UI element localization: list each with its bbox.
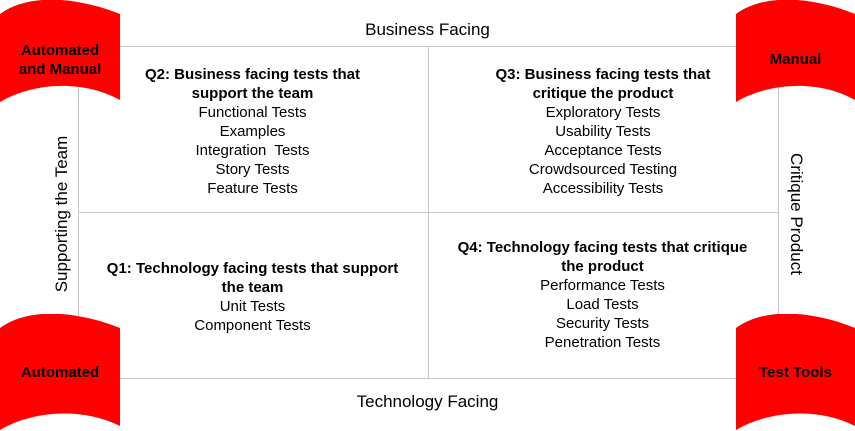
quadrant-title: Q2: Business facing tests that support t… bbox=[144, 66, 361, 102]
banner-manual: Manual bbox=[736, 0, 855, 104]
quadrant-q4: Q4: Technology facing tests that critiqu… bbox=[430, 238, 775, 352]
test-item: Crowdsourced Testing bbox=[528, 161, 678, 178]
test-item: Acceptance Tests bbox=[544, 142, 662, 159]
test-item: Feature Tests bbox=[207, 180, 298, 197]
test-item: Usability Tests bbox=[555, 123, 651, 140]
quadrant-q2: Q2: Business facing tests that support t… bbox=[120, 65, 385, 198]
test-item: Security Tests bbox=[555, 315, 650, 332]
test-item: Accessibility Tests bbox=[542, 180, 664, 197]
banner-test-tools: Test Tools bbox=[736, 314, 855, 431]
quadrant-q1: Q1: Technology facing tests that support… bbox=[85, 259, 420, 335]
test-item: Component Tests bbox=[194, 317, 311, 334]
test-item: Examples bbox=[219, 123, 286, 140]
axis-label-business-facing: Business Facing bbox=[365, 20, 490, 39]
test-item: Exploratory Tests bbox=[545, 104, 661, 121]
test-item: Story Tests bbox=[215, 161, 290, 178]
test-item: Integration Tests bbox=[195, 142, 310, 159]
axis-label-critique-product: Critique Product bbox=[787, 153, 806, 275]
test-item: Functional Tests bbox=[198, 104, 307, 121]
banner-automated: Automated bbox=[0, 314, 120, 431]
test-item: Performance Tests bbox=[540, 277, 665, 294]
banner-automated-and-manual: Automated and Manual bbox=[0, 0, 120, 104]
vertical-divider bbox=[428, 46, 429, 379]
quadrant-q3: Q3: Business facing tests that critique … bbox=[468, 65, 738, 198]
test-item: Penetration Tests bbox=[544, 334, 661, 351]
quadrant-title: Q1: Technology facing tests that support… bbox=[106, 260, 399, 296]
quadrant-title: Q3: Business facing tests that critique … bbox=[495, 66, 711, 102]
axis-label-supporting-the-team: Supporting the Team bbox=[52, 135, 71, 293]
quadrant-title: Q4: Technology facing tests that critiqu… bbox=[457, 239, 748, 275]
test-item: Load Tests bbox=[566, 296, 639, 313]
test-item: Unit Tests bbox=[219, 298, 286, 315]
axis-label-technology-facing: Technology Facing bbox=[356, 392, 499, 411]
